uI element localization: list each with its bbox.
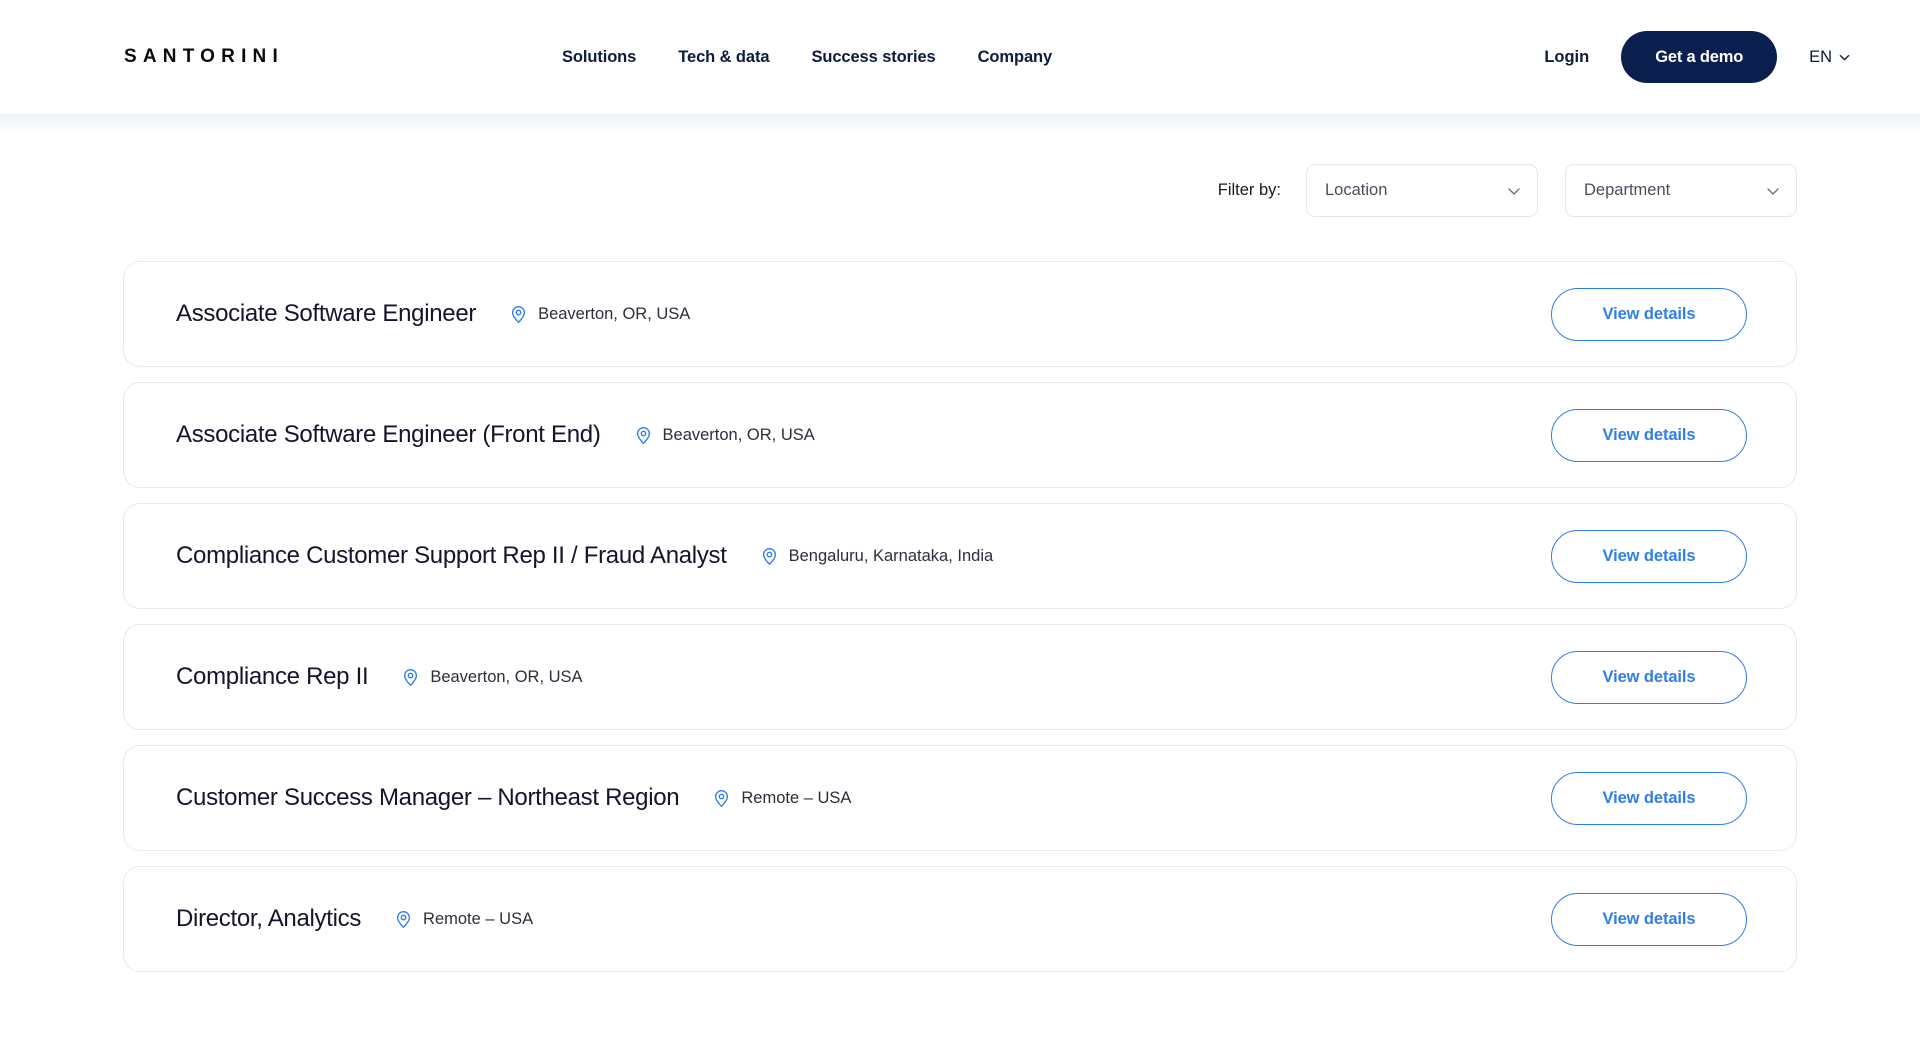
job-title: Customer Success Manager – Northeast Reg… (176, 784, 680, 811)
job-title: Compliance Rep II (176, 663, 369, 690)
job-location: Remote – USA (712, 789, 851, 808)
job-card-5[interactable]: Director, Analytics Remote – USA View de… (123, 866, 1797, 972)
view-details-button[interactable]: View details (1551, 650, 1747, 704)
view-details-button[interactable]: View details (1551, 771, 1747, 825)
job-location-text: Beaverton, OR, USA (662, 425, 815, 444)
language-switcher[interactable]: EN (1809, 48, 1850, 67)
job-title: Associate Software Engineer (176, 300, 477, 327)
location-filter-select[interactable]: Location (1306, 164, 1538, 217)
location-pin-icon (401, 668, 420, 687)
site-header: SANTORINI Solutions Tech & data Success … (0, 0, 1920, 132)
nav-item-success-stories[interactable]: Success stories (811, 48, 935, 67)
chevron-down-icon (1507, 184, 1521, 198)
job-card-1[interactable]: Associate Software Engineer (Front End) … (123, 382, 1797, 488)
job-location: Beaverton, OR, USA (634, 426, 815, 445)
job-location-text: Beaverton, OR, USA (538, 304, 691, 323)
location-filter-value: Location (1325, 181, 1388, 199)
login-link[interactable]: Login (1544, 48, 1589, 67)
language-label: EN (1809, 47, 1832, 66)
job-location-text: Bengaluru, Karnataka, India (788, 546, 994, 565)
job-card-4[interactable]: Customer Success Manager – Northeast Reg… (123, 745, 1797, 851)
main-navigation: Solutions Tech & data Success stories Co… (562, 48, 1052, 67)
filter-by-label: Filter by: (1217, 181, 1281, 199)
nav-item-tech-and-data[interactable]: Tech & data (678, 48, 769, 67)
view-details-button[interactable]: View details (1551, 529, 1747, 583)
job-location: Remote – USA (394, 910, 533, 929)
job-location-text: Remote – USA (423, 909, 534, 928)
get-a-demo-button[interactable]: Get a demo (1621, 31, 1778, 83)
job-card-3[interactable]: Compliance Rep II Beaverton, OR, USA Vie… (123, 624, 1797, 730)
job-card-2[interactable]: Compliance Customer Support Rep II / Fra… (123, 503, 1797, 609)
department-filter-value: Department (1584, 181, 1671, 199)
chevron-down-icon (1766, 184, 1780, 198)
job-location: Beaverton, OR, USA (509, 305, 690, 324)
chevron-down-icon (1839, 52, 1850, 63)
header-actions: Login Get a demo EN (1544, 31, 1872, 83)
location-pin-icon (394, 910, 413, 929)
job-title: Compliance Customer Support Rep II / Fra… (176, 542, 727, 569)
job-location-text: Remote – USA (741, 788, 852, 807)
job-location-text: Beaverton, OR, USA (430, 667, 583, 686)
nav-item-company[interactable]: Company (978, 48, 1053, 67)
view-details-button[interactable]: View details (1551, 287, 1747, 341)
department-filter-select[interactable]: Department (1565, 164, 1797, 217)
job-location: Beaverton, OR, USA (401, 667, 583, 687)
careers-main: Filter by: Location Department Associate… (0, 114, 1920, 972)
view-details-button[interactable]: View details (1551, 408, 1747, 462)
job-listings: Associate Software Engineer Beaverton, O… (123, 261, 1797, 972)
job-title: Associate Software Engineer (Front End) (176, 421, 601, 448)
job-title: Director, Analytics (176, 905, 362, 932)
view-details-button[interactable]: View details (1551, 892, 1747, 946)
location-pin-icon (509, 305, 528, 324)
filter-bar: Filter by: Location Department (123, 114, 1797, 217)
nav-item-solutions[interactable]: Solutions (562, 48, 636, 67)
brand-logo[interactable]: SANTORINI (124, 46, 284, 68)
location-pin-icon (712, 789, 731, 808)
location-pin-icon (760, 547, 779, 566)
location-pin-icon (634, 426, 653, 445)
job-location: Bengaluru, Karnataka, India (760, 546, 994, 566)
job-card-0[interactable]: Associate Software Engineer Beaverton, O… (123, 261, 1797, 367)
